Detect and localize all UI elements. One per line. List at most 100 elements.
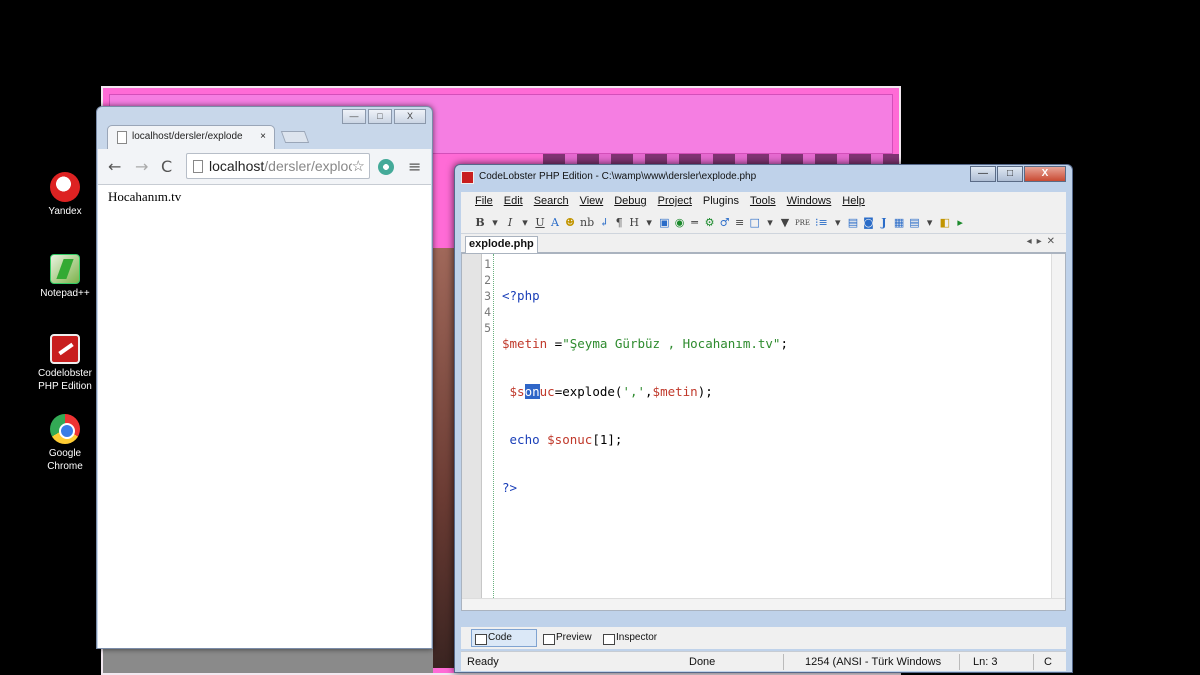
underline-button[interactable]: U — [535, 216, 545, 229]
chrome-icon — [50, 414, 80, 444]
reload-icon[interactable]: C — [161, 157, 172, 176]
dropdown-arrow-icon[interactable]: ▾ — [925, 216, 935, 229]
menu-view[interactable]: View — [580, 195, 604, 212]
code-line: $metin ="Şeyma Gürbüz , Hocahanım.tv"; — [502, 336, 788, 352]
code-text[interactable]: <?php $metin ="Şeyma Gürbüz , Hocahanım.… — [502, 256, 788, 528]
tab-inspector[interactable]: Inspector — [599, 629, 662, 647]
code-comma: , — [645, 384, 653, 399]
menu-icon[interactable]: ≡ — [408, 157, 421, 176]
menu-search[interactable]: Search — [534, 195, 569, 212]
code-selection: on — [524, 384, 540, 399]
menu-project[interactable]: Project — [658, 195, 692, 212]
css-icon[interactable]: ◙ — [863, 216, 874, 229]
maximize-button[interactable]: □ — [368, 109, 392, 124]
minimize-button[interactable]: — — [342, 109, 366, 124]
minimize-button[interactable]: — — [970, 166, 996, 182]
link-icon[interactable]: ◉ — [675, 216, 685, 229]
italic-button[interactable]: I — [505, 216, 515, 229]
browser-window-controls: — □ X — [342, 109, 426, 124]
line-break-icon[interactable]: ↲ — [599, 216, 609, 229]
menu-debug[interactable]: Debug — [614, 195, 646, 212]
desktop-icon-yandex[interactable]: Yandex — [30, 172, 100, 218]
extension-icon[interactable] — [378, 159, 394, 175]
anchor-icon[interactable]: ♂ — [720, 216, 730, 229]
dropdown-arrow-icon[interactable]: ▾ — [644, 216, 654, 229]
paragraph-icon[interactable]: ¶ — [614, 216, 624, 229]
tab-navigation[interactable]: ◂▸✕ — [1027, 236, 1060, 247]
hr-icon[interactable]: ═ — [690, 216, 700, 229]
table-icon[interactable]: □ — [750, 216, 760, 229]
align-icon[interactable]: ≡ — [735, 216, 745, 229]
horizontal-scrollbar[interactable] — [462, 598, 1065, 610]
div-icon[interactable]: ▤ — [848, 216, 858, 229]
settings-icon[interactable]: ⚙ — [705, 216, 715, 229]
close-button[interactable]: X — [1024, 166, 1066, 182]
menu-help[interactable]: Help — [842, 195, 865, 212]
code-variable: uc — [539, 384, 555, 399]
pre-button[interactable]: PRE — [795, 219, 810, 227]
formatting-toolbar: B ▾ I ▾ U A ☻ nb ↲ ¶ H ▾ ▣ ◉ ═ ⚙ ♂ ≡ □ ▾… — [461, 212, 1066, 234]
snippet-icon[interactable]: ◧ — [940, 216, 950, 229]
code-string: ',' — [622, 384, 646, 399]
tab-close-icon[interactable]: × — [260, 131, 266, 142]
smiley-icon[interactable]: ☻ — [565, 216, 575, 229]
browser-window[interactable]: — □ X localhost/dersler/explode × ← → C … — [96, 106, 433, 649]
forward-icon[interactable]: → — [135, 157, 148, 176]
desktop-icon-label: Chrome — [47, 461, 83, 472]
menu-windows[interactable]: Windows — [787, 195, 832, 212]
heading-button[interactable]: H — [629, 216, 639, 229]
bookmark-star-icon[interactable]: ☆ — [351, 157, 365, 175]
codelobster-app-icon — [461, 171, 474, 184]
dropdown-arrow-icon[interactable]: ▾ — [833, 216, 843, 229]
desktop-icon-chrome[interactable]: Google Chrome — [30, 414, 100, 473]
window-title: CodeLobster PHP Edition - C:\wamp\www\de… — [479, 171, 757, 182]
code-variable: $metin — [502, 336, 548, 351]
desktop-icon-notepadpp[interactable]: Notepad++ — [30, 254, 100, 300]
javascript-icon[interactable]: J — [879, 216, 889, 229]
status-encoding: 1254 (ANSI - Türk Windows — [805, 656, 942, 668]
desktop-icon-label: Notepad++ — [40, 288, 90, 299]
new-tab-button[interactable] — [280, 131, 310, 143]
bold-button[interactable]: B — [475, 216, 485, 229]
vertical-scrollbar[interactable] — [1051, 254, 1065, 598]
code-string: "Şeyma Gürbüz , Hocahanım.tv" — [562, 336, 781, 351]
line-numbers: 1 2 3 4 5 — [482, 254, 494, 598]
run-icon[interactable]: ▸ — [955, 216, 965, 229]
menu-edit[interactable]: Edit — [504, 195, 523, 212]
textarea-icon[interactable]: ▤ — [909, 216, 919, 229]
menu-plugins[interactable]: Plugins — [703, 195, 739, 212]
browser-tab[interactable]: localhost/dersler/explode × — [107, 125, 275, 150]
font-color-button[interactable]: A — [550, 216, 560, 229]
dropdown-arrow-icon[interactable]: ▾ — [490, 216, 500, 229]
desktop-icon-label: PHP Edition — [38, 381, 92, 392]
back-icon[interactable]: ← — [108, 157, 121, 176]
menu-tools[interactable]: Tools — [750, 195, 776, 212]
tab-code[interactable]: Code — [471, 629, 537, 647]
dropdown-arrow-icon[interactable]: ▾ — [765, 216, 775, 229]
codelobster-window[interactable]: CodeLobster PHP Edition - C:\wamp\www\de… — [454, 164, 1073, 673]
address-bar[interactable]: localhost/dersler/exploc ☆ — [186, 153, 370, 179]
nbsp-button[interactable]: nb — [580, 216, 594, 229]
maximize-button[interactable]: □ — [997, 166, 1023, 182]
close-button[interactable]: X — [394, 109, 426, 124]
file-tab-explode-php[interactable]: explode.php — [465, 236, 538, 253]
desktop-icon-label: Google — [48, 448, 82, 459]
status-separator — [1033, 654, 1034, 670]
tab-title: localhost/dersler/explode — [132, 131, 243, 142]
code-line: $sonuc=explode(',',$metin); — [502, 384, 788, 400]
dropdown-arrow-icon[interactable]: ▾ — [520, 216, 530, 229]
form-icon[interactable]: ▼ — [780, 216, 790, 229]
code-block-icon[interactable]: ▦ — [894, 216, 904, 229]
editor-margin — [462, 254, 482, 598]
desktop-icon-codelobster[interactable]: Codelobster PHP Edition — [30, 334, 100, 393]
menu-file[interactable]: File — [475, 195, 493, 212]
notepadpp-icon — [50, 254, 80, 284]
address-path: /dersler/exploc — [264, 158, 356, 174]
line-number: 5 — [484, 321, 491, 335]
list-icon[interactable]: ⁝≡ — [815, 216, 828, 229]
image-icon[interactable]: ▣ — [659, 216, 669, 229]
status-column: C — [1044, 656, 1052, 668]
tab-preview[interactable]: Preview — [539, 629, 597, 647]
status-separator — [959, 654, 960, 670]
code-editor[interactable]: 1 2 3 4 5 <?php $metin ="Şeyma Gürbüz , … — [461, 253, 1066, 611]
